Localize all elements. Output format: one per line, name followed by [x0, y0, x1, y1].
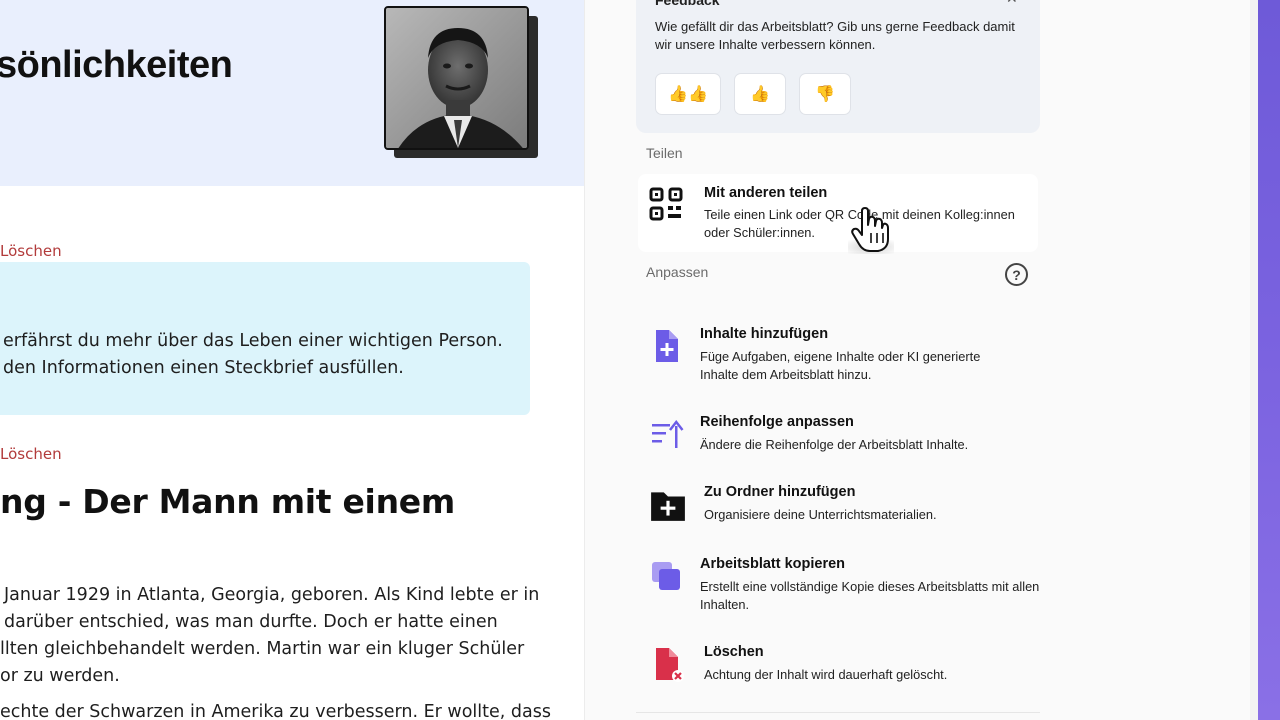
delete-worksheet-action[interactable]: Löschen Achtung der Inhalt wird dauerhaf… — [644, 644, 1038, 688]
thumbs-down-icon: 👎 — [815, 86, 835, 103]
reorder-content-action[interactable]: Reihenfolge anpassen Ändere die Reihenfo… — [644, 414, 1038, 458]
action-description: Ändere die Reihenfolge der Arbeitsblatt … — [700, 437, 969, 452]
copy-icon — [652, 562, 680, 590]
action-title: Reihenfolge anpassen — [700, 414, 854, 430]
info-text-line: erfährst du mehr über das Leben einer wi… — [3, 331, 503, 351]
divider — [636, 712, 1040, 713]
feedback-dislike-button[interactable]: 👎 — [799, 73, 851, 115]
body-text-line: echte der Schwarzen in Amerika zu verbes… — [0, 702, 551, 720]
delete-document-icon — [656, 648, 684, 682]
body-text-line: llten gleichbehandelt werden. Martin war… — [0, 639, 525, 659]
feedback-like-button[interactable]: 👍 — [734, 73, 786, 115]
sort-icon — [652, 419, 684, 448]
help-icon[interactable]: ? — [1005, 263, 1028, 286]
action-description: Teile einen Link oder QR Code mit deinen… — [704, 207, 1015, 240]
feedback-heading: Feedback — [655, 0, 720, 8]
worksheet-title: sönlichkeiten — [0, 44, 233, 86]
feedback-love-button[interactable]: 👍👍 — [655, 73, 721, 115]
share-section-label: Teilen — [646, 145, 683, 161]
info-text-line: den Informationen einen Steckbrief ausfü… — [3, 358, 404, 378]
action-description: Erstellt eine vollständige Kopie dieses … — [700, 579, 1040, 612]
section-heading: ng - Der Mann mit einem — [0, 482, 455, 521]
feedback-text: Wie gefällt dir das Arbeitsblatt? Gib un… — [655, 19, 1015, 52]
window-edge — [1258, 0, 1280, 720]
delete-block-link[interactable]: Löschen — [0, 242, 62, 260]
cursor-shadow — [848, 240, 894, 254]
delete-block-link[interactable]: Löschen — [0, 445, 62, 463]
add-document-icon — [656, 330, 678, 362]
action-description: Organisiere deine Unterrichtsmaterialien… — [704, 507, 937, 522]
panel-gutter — [1250, 0, 1258, 720]
action-title: Mit anderen teilen — [704, 185, 828, 201]
share-with-others-action[interactable]: Mit anderen teilen Teile einen Link oder… — [644, 184, 1038, 246]
body-text-line: or zu werden. — [0, 666, 120, 686]
body-text-line: darüber entschied, was man durfte. Doch … — [4, 612, 498, 632]
double-thumbs-up-icon: 👍👍 — [668, 86, 708, 103]
action-title: Inhalte hinzufügen — [700, 326, 829, 342]
worksheet-pane: sönlichkeiten Löschen erfährst du mehr ü… — [0, 0, 584, 720]
action-title: Zu Ordner hinzufügen — [704, 484, 856, 500]
qr-code-icon — [649, 187, 683, 221]
folder-add-icon — [651, 492, 685, 521]
portrait-photo — [386, 8, 527, 148]
portrait-image — [384, 6, 529, 150]
action-description: Achtung der Inhalt wird dauerhaft gelösc… — [704, 667, 948, 682]
add-content-action[interactable]: Inhalte hinzufügen Füge Aufgaben, eigene… — [644, 326, 1038, 388]
add-to-folder-action[interactable]: Zu Ordner hinzufügen Organisiere deine U… — [644, 484, 1038, 528]
action-title: Arbeitsblatt kopieren — [700, 556, 846, 572]
customize-section-label: Anpassen — [646, 264, 709, 280]
action-description: Füge Aufgaben, eigene Inhalte oder KI ge… — [700, 349, 981, 382]
close-icon[interactable]: ✕ — [1006, 0, 1018, 7]
copy-worksheet-action[interactable]: Arbeitsblatt kopieren Erstellt eine voll… — [644, 556, 1040, 618]
thumbs-up-icon: 👍 — [750, 86, 770, 103]
body-text-line: Januar 1929 in Atlanta, Georgia, geboren… — [4, 585, 540, 605]
action-title: Löschen — [704, 644, 764, 660]
